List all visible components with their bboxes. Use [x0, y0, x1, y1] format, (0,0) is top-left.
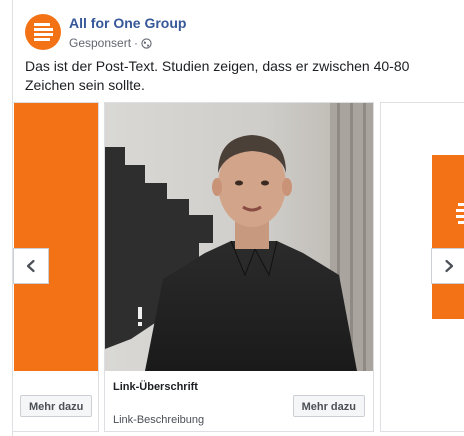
chevron-right-icon	[445, 259, 454, 273]
logo-stripes-icon	[456, 203, 464, 224]
link-description[interactable]: Link-Beschreibung	[113, 414, 204, 426]
sponsored-row: Gesponsert ·	[69, 36, 152, 50]
carousel: Mehr dazu Link-Überschrift Link-Beschrei…	[13, 102, 464, 434]
carousel-card-current[interactable]: Link-Überschrift Link-Beschreibung Mehr …	[104, 102, 374, 432]
orange-brand-graphic	[432, 155, 464, 319]
sponsored-label[interactable]: Gesponsert	[69, 36, 131, 50]
mehr-dazu-button[interactable]: Mehr dazu	[292, 395, 365, 417]
card-footer	[381, 371, 464, 431]
page-name-link[interactable]: All for One Group	[69, 15, 186, 31]
card-footer: Link-Überschrift Link-Beschreibung Mehr …	[105, 371, 373, 431]
separator: ·	[134, 36, 139, 50]
orange-brand-graphic	[14, 103, 98, 371]
mehr-dazu-button[interactable]: Mehr dazu	[20, 395, 93, 417]
card-image[interactable]	[381, 103, 464, 371]
globe-icon[interactable]	[141, 37, 152, 49]
post-text: Das ist der Post-Text. Studien zeigen, d…	[25, 58, 410, 93]
link-headline[interactable]: Link-Überschrift	[113, 381, 198, 393]
all-for-one-logo-icon	[34, 23, 53, 41]
carousel-next-button[interactable]	[431, 248, 464, 284]
card-footer: Mehr dazu	[13, 371, 98, 431]
carousel-prev-button[interactable]	[13, 248, 49, 284]
sponsored-post: All for One Group Gesponsert · Das ist d…	[12, 0, 464, 436]
card-image-video[interactable]	[105, 103, 373, 371]
card-image[interactable]	[13, 103, 98, 371]
page-avatar[interactable]	[25, 14, 61, 50]
speaker-photo	[105, 103, 373, 371]
chevron-left-icon	[26, 259, 35, 273]
